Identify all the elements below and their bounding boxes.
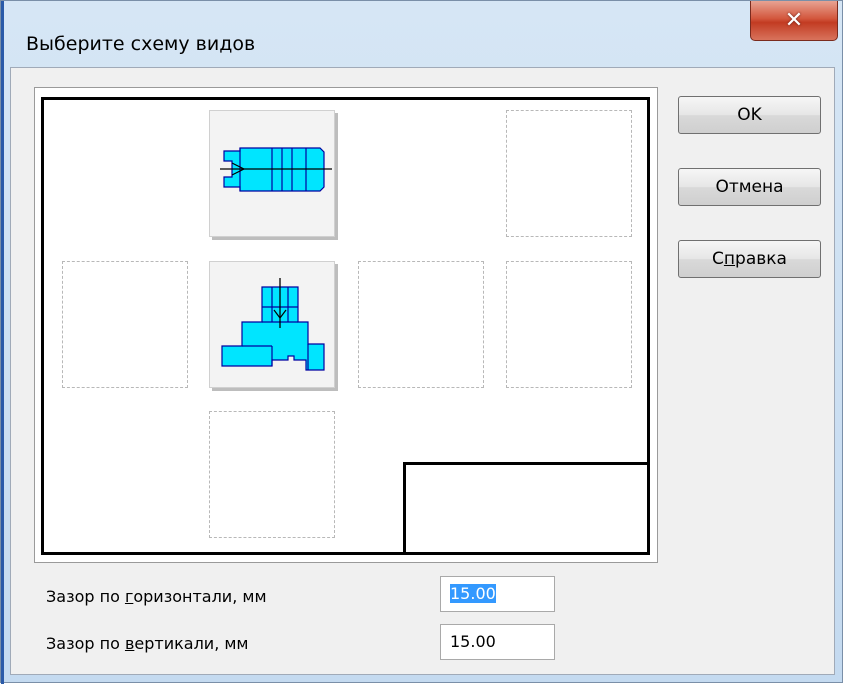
top-view-part-icon (220, 147, 332, 192)
view-top[interactable] (209, 110, 335, 237)
view-left[interactable] (62, 261, 188, 388)
view-bottom[interactable] (209, 411, 335, 538)
window-title: Выберите схему видов (26, 33, 256, 55)
horizontal-gap-value: 15.00 (450, 584, 496, 603)
vertical-gap-value: 15.00 (450, 632, 496, 651)
vertical-gap-accelerator: в (124, 634, 135, 653)
close-button[interactable]: ✕ (750, 1, 838, 41)
view-right[interactable] (358, 261, 484, 388)
horizontal-gap-input[interactable]: 15.00 (440, 576, 555, 612)
view-far-right[interactable] (506, 261, 632, 388)
window-edge-accent (1, 1, 4, 684)
title-bar[interactable]: Выберите схему видов ✕ (1, 1, 842, 67)
view-front[interactable] (209, 261, 335, 388)
cancel-button[interactable]: Отмена (678, 168, 821, 206)
horizontal-gap-label: Зазор по горизонтали, мм (46, 587, 267, 606)
vertical-gap-label: Зазор по вертикали, мм (46, 634, 249, 653)
view-top-right[interactable] (506, 110, 632, 237)
front-view-part-icon (221, 278, 325, 371)
dialog-window: Выберите схему видов ✕ OK Отмена С п рав… (0, 0, 843, 684)
ok-button[interactable]: OK (678, 96, 821, 134)
close-icon: ✕ (784, 7, 804, 33)
title-block (403, 462, 650, 555)
help-button[interactable]: Сп равка (678, 240, 821, 278)
vertical-gap-input[interactable]: 15.00 (440, 624, 555, 660)
